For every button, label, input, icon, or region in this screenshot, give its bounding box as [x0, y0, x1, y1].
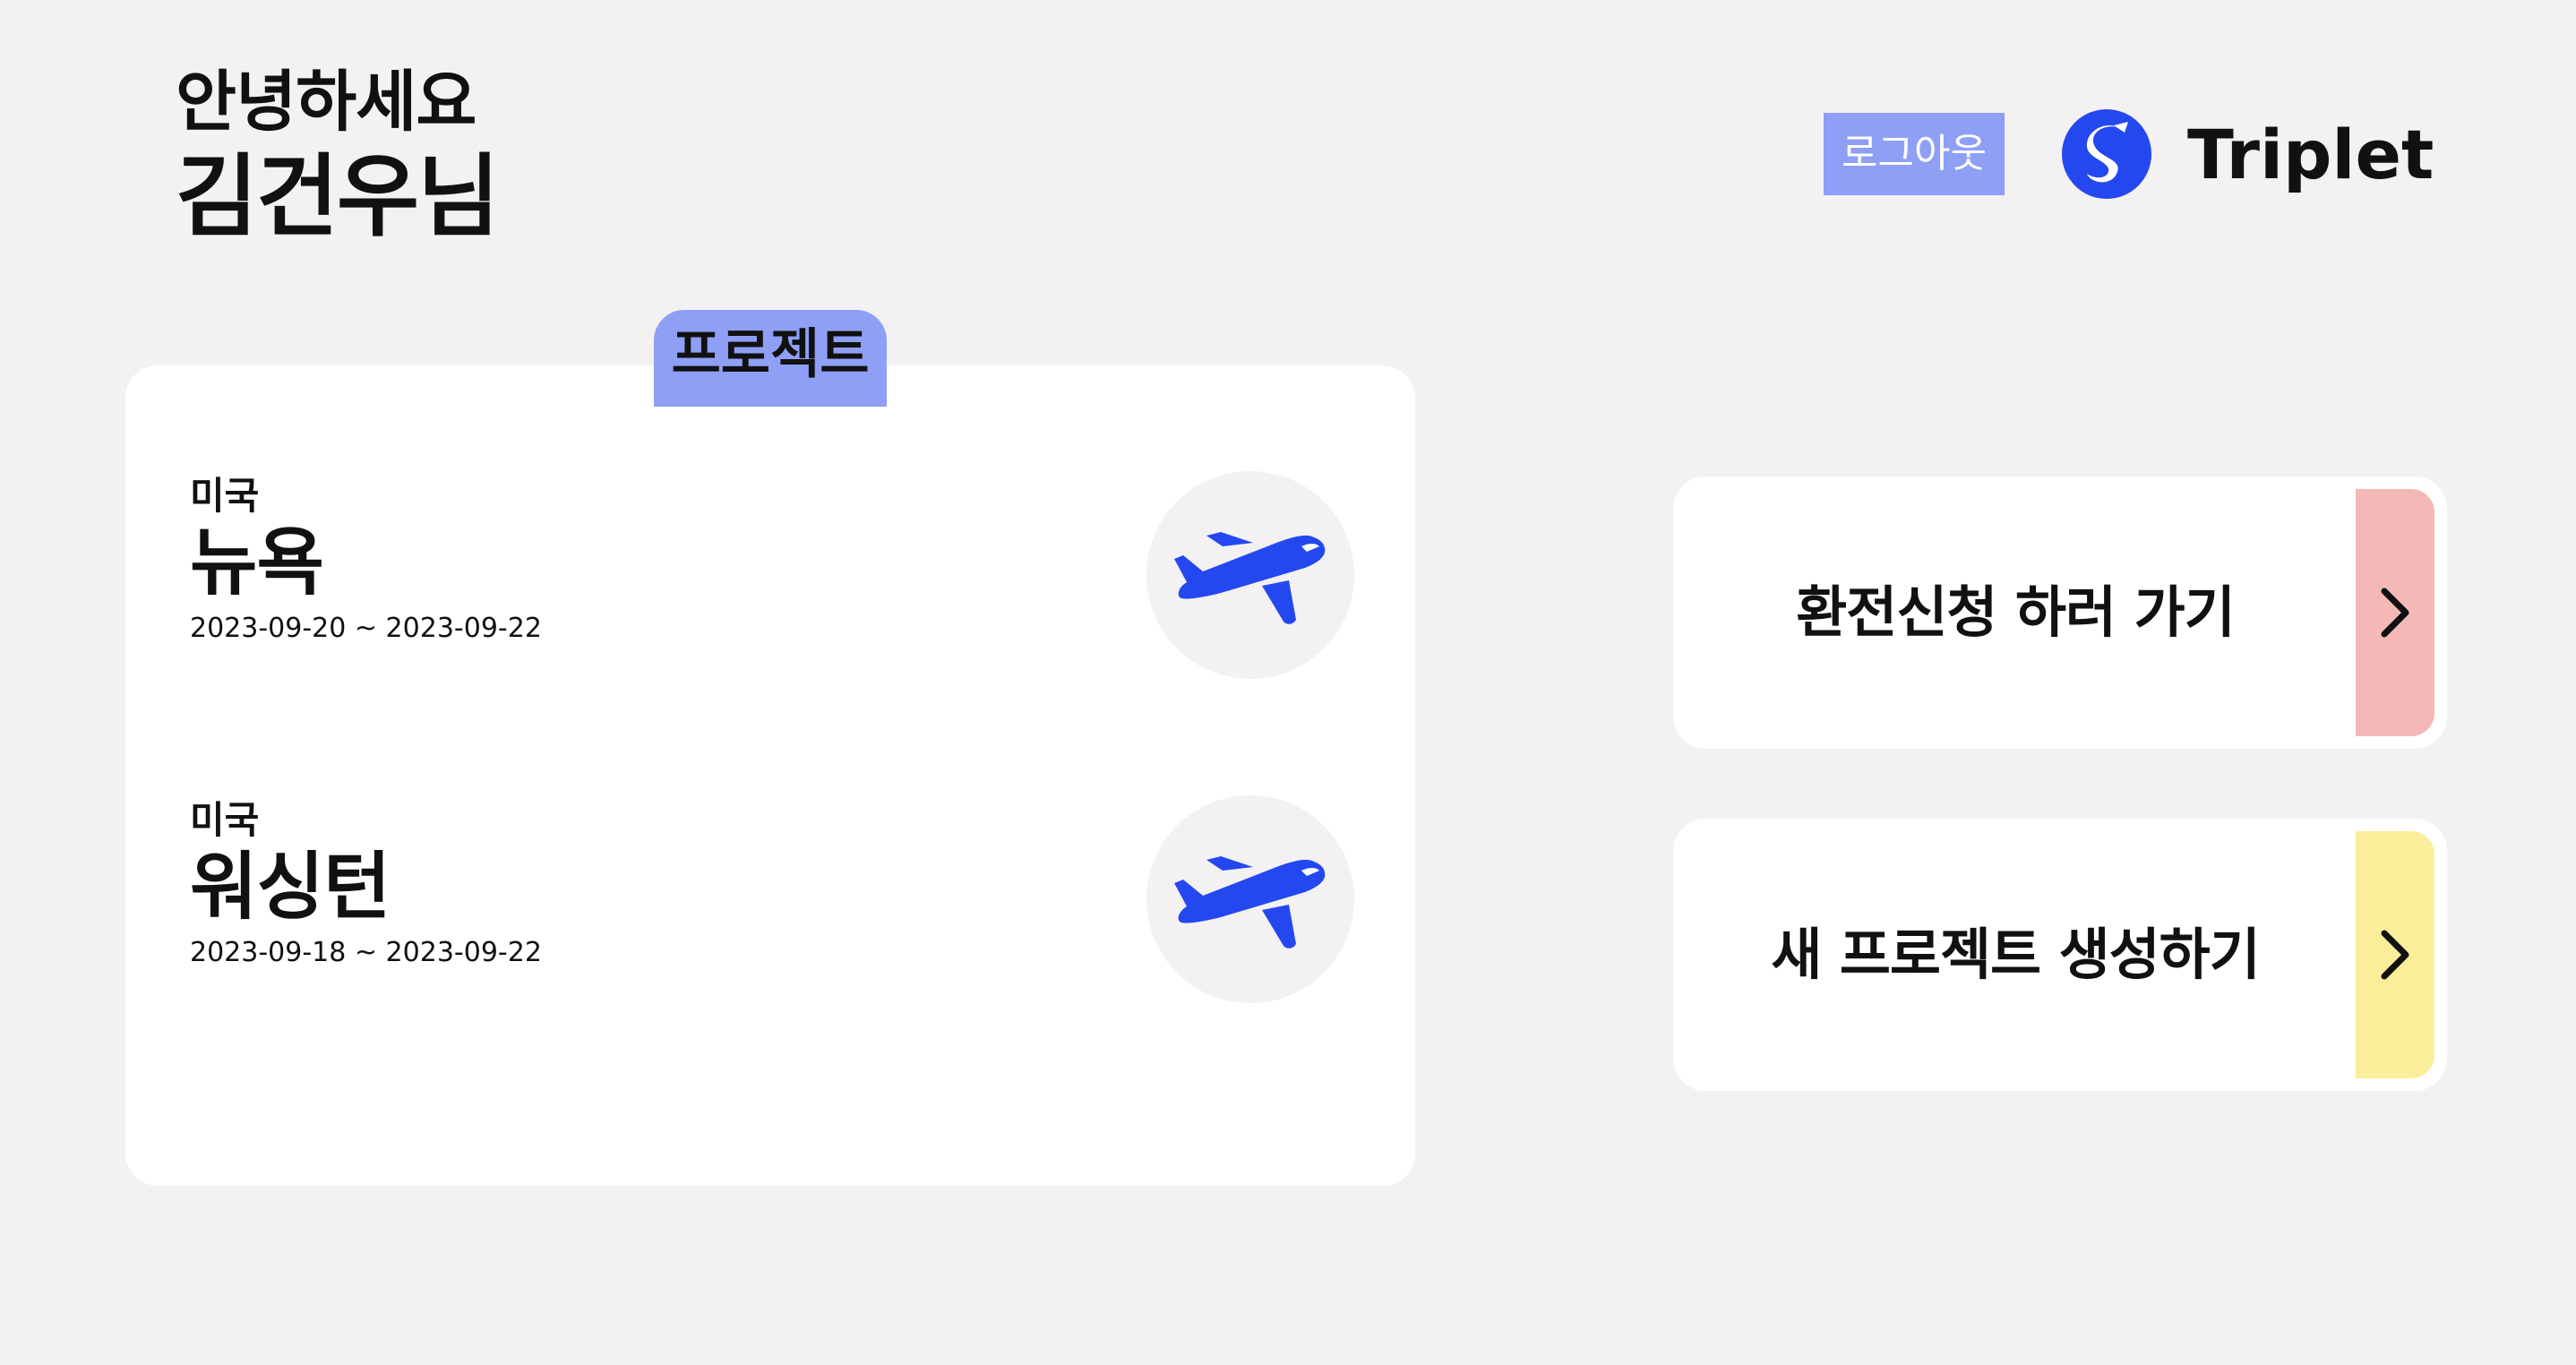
project-city: 뉴욕 — [190, 520, 324, 605]
project-icon-circle — [1146, 795, 1354, 1003]
airplane-icon — [1174, 856, 1326, 949]
create-project-arrow[interactable] — [2356, 831, 2434, 1078]
greeting-text: 안녕하세요 — [176, 64, 477, 141]
exchange-arrow[interactable] — [2356, 489, 2434, 736]
project-item[interactable]: 미국 뉴욕 2023-09-20 ~ 2023-09-22 — [190, 471, 1354, 681]
project-dates: 2023-09-18 ~ 2023-09-22 — [190, 937, 542, 968]
brand[interactable]: Triplet — [2062, 107, 2434, 201]
project-item[interactable]: 미국 워싱턴 2023-09-18 ~ 2023-09-22 — [190, 795, 1354, 1005]
project-country: 미국 — [190, 474, 260, 518]
project-city: 워싱턴 — [190, 845, 391, 930]
chevron-right-icon — [2381, 930, 2409, 980]
airplane-icon — [1174, 532, 1326, 624]
project-dates: 2023-09-20 ~ 2023-09-22 — [190, 613, 542, 644]
project-country: 미국 — [190, 798, 260, 842]
chevron-right-icon — [2381, 588, 2409, 638]
create-project-label: 새 프로젝트 생성하기 — [1771, 922, 2261, 987]
create-project-button[interactable]: 새 프로젝트 생성하기 — [1673, 819, 2447, 1091]
brand-name: Triplet — [2187, 114, 2434, 194]
projects-tab[interactable]: 프로젝트 — [654, 310, 887, 407]
user-name: 김건우님 — [176, 144, 500, 249]
project-icon-circle — [1146, 471, 1354, 679]
shinhan-s-icon — [2062, 109, 2151, 199]
exchange-request-label: 환전신청 하러 가기 — [1796, 579, 2236, 645]
greeting-block: 안녕하세요 김건우님 — [176, 59, 500, 249]
logout-button[interactable]: 로그아웃 — [1824, 113, 2005, 195]
project-list-card: 미국 뉴욕 2023-09-20 ~ 2023-09-22 미국 워싱턴 202… — [125, 365, 1415, 1186]
exchange-request-button[interactable]: 환전신청 하러 가기 — [1673, 476, 2447, 749]
